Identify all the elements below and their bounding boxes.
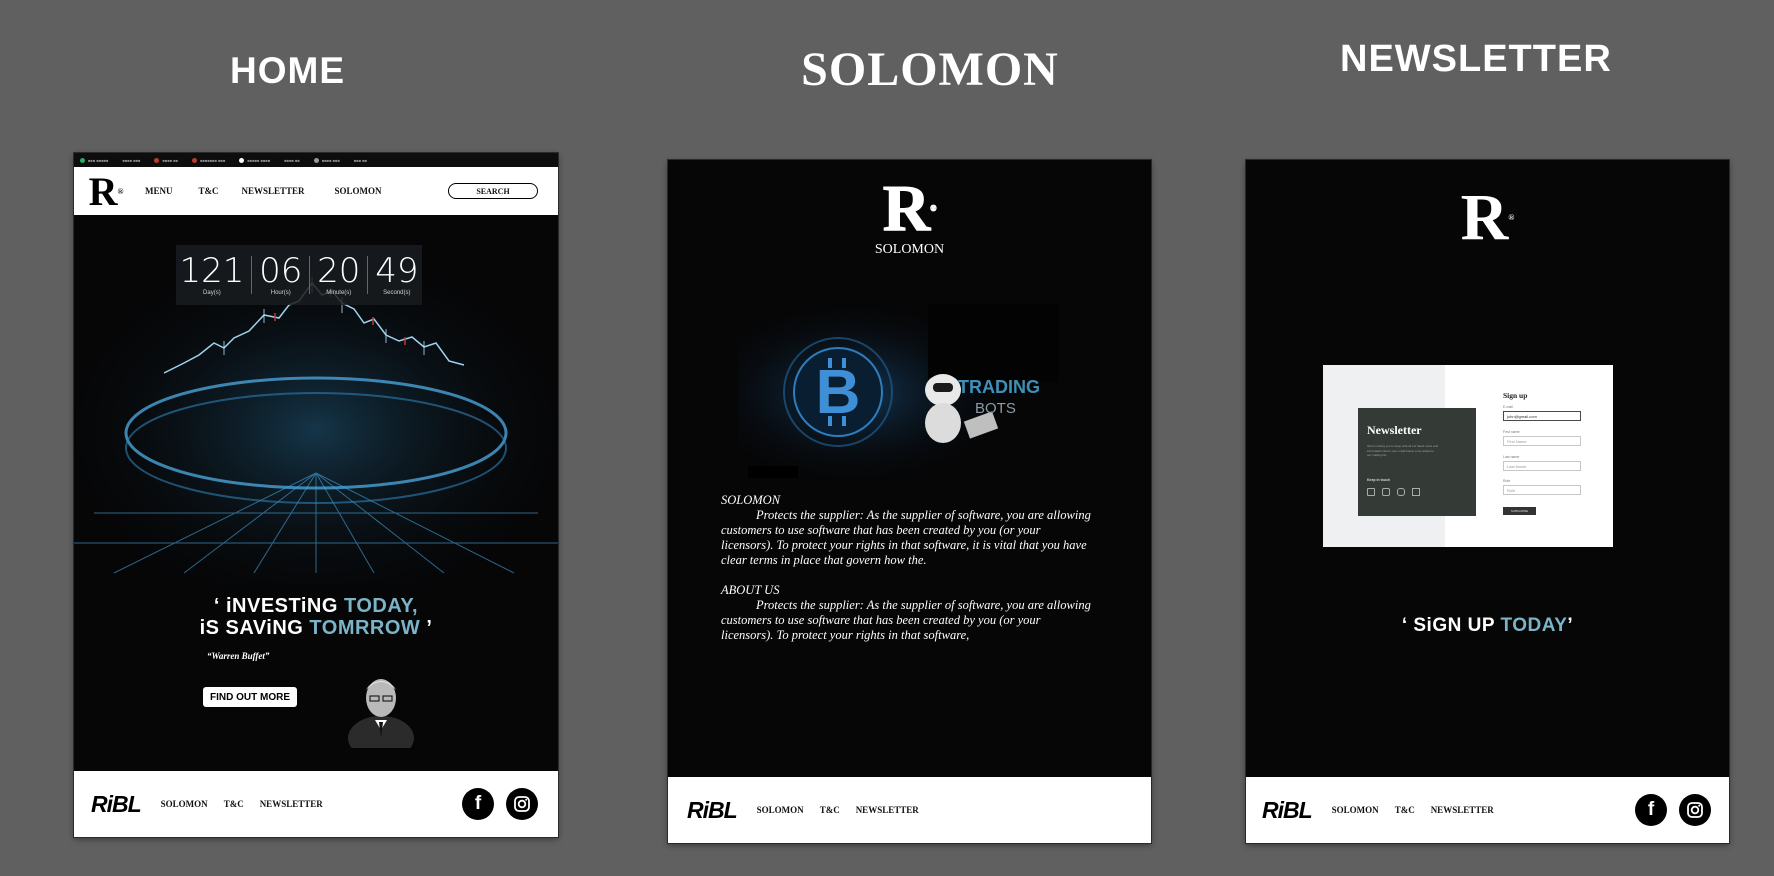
board-title-solomon: SOLOMON: [801, 43, 1059, 96]
site-header: R ® MENU T&C NEWSLETTER SOLOMON SEARCH: [74, 167, 558, 215]
search-button[interactable]: SEARCH: [448, 183, 538, 199]
last-name-field[interactable]: Last Name: [1503, 461, 1581, 471]
email-field[interactable]: john@gmail.com: [1503, 411, 1581, 421]
facebook-icon[interactable]: f: [462, 788, 494, 820]
countdown-days: 121 Day(s): [179, 251, 245, 296]
site-footer: RiBL SOLOMON T&C NEWSLETTER: [668, 777, 1151, 843]
newsletter-frame: R ® Newsletter We're inviting you to keep…: [1246, 160, 1729, 843]
footer-link-tc[interactable]: T&C: [1395, 805, 1415, 815]
footer-brand-logo[interactable]: RiBL: [91, 791, 142, 818]
solomon-wordmark: SOLOMON: [874, 242, 945, 257]
instagram-icon[interactable]: [506, 788, 538, 820]
site-footer: RiBL SOLOMON T&C NEWSLETTER f: [1246, 777, 1729, 843]
search-label: SEARCH: [476, 186, 510, 196]
last-name-label: Last name: [1503, 455, 1520, 459]
nav-newsletter[interactable]: NEWSLETTER: [242, 186, 305, 196]
newsletter-card-title: Newsletter: [1367, 423, 1422, 437]
logo-icon: R ®: [1460, 181, 1515, 254]
signup-title: Sign up: [1503, 391, 1528, 400]
subscribe-button[interactable]: SUBSCRIBE: [1503, 507, 1536, 515]
email-label: E-mail: [1503, 405, 1513, 409]
countdown-hours: 06 Hour(s): [259, 251, 303, 296]
footer-link-newsletter[interactable]: NEWSLETTER: [1431, 805, 1494, 815]
find-out-more-button[interactable]: FIND OUT MORE: [203, 687, 297, 707]
quote-line-2: iS SAViNG TOMRROW ’: [199, 617, 433, 639]
newsletter-card-blurb: We're inviting you to keep with all our …: [1367, 444, 1439, 457]
section-title-about: ABOUT US: [721, 583, 780, 597]
section-body-solomon: Protects the supplier: As the supplier o…: [721, 508, 1091, 567]
role-label: Role: [1503, 479, 1511, 483]
footer-link-tc[interactable]: T&C: [820, 805, 840, 815]
solomon-logo: R ® SOLOMON: [668, 172, 1151, 258]
nav-solomon[interactable]: SOLOMON: [335, 186, 382, 196]
board-title-home: HOME: [230, 50, 345, 91]
instagram-icon[interactable]: [1679, 794, 1711, 826]
google-plus-icon[interactable]: [1412, 488, 1420, 496]
site-footer: RiBL SOLOMON T&C NEWSLETTER f: [74, 771, 558, 837]
logo-icon: R ®: [882, 172, 937, 245]
signup-slogan: ‘ SiGN UP TODAY’: [1401, 615, 1574, 636]
section-title-solomon: SOLOMON: [721, 493, 781, 507]
stock-ticker: ■■■ ■■■■■ ■■■■ ■■■ ■■■■ ■■ ■■■■■■■ ■■■ ■…: [74, 153, 558, 167]
footer-brand-logo[interactable]: RiBL: [1262, 797, 1313, 824]
facebook-icon[interactable]: [1367, 488, 1375, 496]
first-name-field[interactable]: First Name: [1503, 436, 1581, 446]
portrait-image: [348, 679, 414, 748]
home-frame: ■■■ ■■■■■ ■■■■ ■■■ ■■■■ ■■ ■■■■■■■ ■■■ ■…: [74, 153, 558, 837]
keep-in-touch-label: Keep in touch: [1367, 478, 1391, 482]
newsletter-card-image: Newsletter We're inviting you to keep wi…: [1323, 365, 1613, 547]
nav-tc[interactable]: T&C: [199, 186, 219, 196]
countdown-seconds: 49 Second(s): [375, 251, 419, 296]
section-body-about: Protects the supplier: As the supplier o…: [721, 598, 1091, 642]
banner-text-trading: TRADING: [958, 377, 1040, 397]
footer-link-newsletter[interactable]: NEWSLETTER: [856, 805, 919, 815]
role-select[interactable]: Role: [1503, 485, 1581, 495]
footer-link-solomon[interactable]: SOLOMON: [1332, 805, 1379, 815]
footer-link-tc[interactable]: T&C: [224, 799, 244, 809]
footer-brand-logo[interactable]: RiBL: [687, 797, 738, 824]
newsletter-panel: Newsletter We're inviting you to keep wi…: [1358, 408, 1476, 516]
solomon-frame: R ® SOLOMON B TRADING BOTS SOLOMON Protec…: [668, 160, 1151, 843]
quote-line-1: ‘ iNVESTiNG TODAY,: [213, 595, 419, 617]
instagram-icon[interactable]: [1382, 488, 1390, 496]
countdown-timer: 121 Day(s) 06 Hour(s) 20 Minute(s) 49 Se…: [176, 245, 422, 305]
solomon-content: SOLOMON Protects the supplier: As the su…: [721, 493, 1091, 643]
svg-text:B: B: [816, 358, 861, 427]
first-name-label: First name: [1503, 430, 1520, 434]
footer-link-solomon[interactable]: SOLOMON: [161, 799, 208, 809]
footer-link-solomon[interactable]: SOLOMON: [757, 805, 804, 815]
twitter-icon[interactable]: [1397, 488, 1405, 496]
footer-link-newsletter[interactable]: NEWSLETTER: [260, 799, 323, 809]
board-title-newsletter: NEWSLETTER: [1340, 38, 1612, 80]
nav-menu[interactable]: MENU: [145, 186, 173, 196]
facebook-icon[interactable]: f: [1635, 794, 1667, 826]
countdown-minutes: 20 Minute(s): [317, 251, 361, 296]
banner-text-bots: BOTS: [975, 400, 1016, 417]
logo-icon[interactable]: R ®: [89, 169, 124, 214]
trading-bots-banner: B TRADING BOTS: [738, 298, 1068, 488]
quote-author: “Warren Buffet”: [207, 651, 270, 661]
